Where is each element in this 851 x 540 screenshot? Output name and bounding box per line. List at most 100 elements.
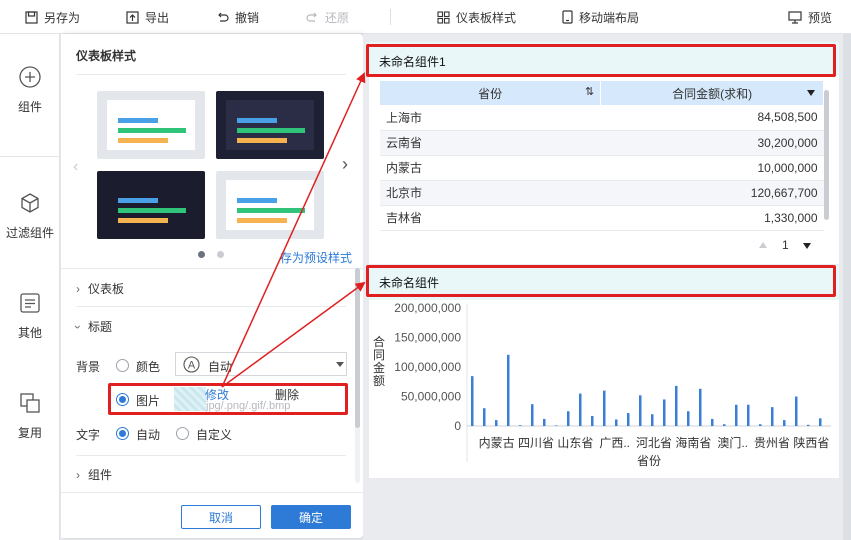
y-tick-label: 150,000,000 (394, 331, 461, 345)
dashboard-style-button[interactable]: 仪表板样式 (437, 0, 516, 34)
chart-bar (807, 424, 810, 426)
section-title-label: 标题 (88, 320, 113, 334)
sidebar-label-component: 组件 (17, 100, 42, 114)
table-scrollbar[interactable] (824, 90, 829, 220)
grid-icon (437, 10, 450, 24)
background-color-label: 颜色 (136, 360, 161, 374)
sidebar-item-component[interactable]: 组件 (0, 66, 60, 115)
text-auto-radio[interactable] (116, 427, 129, 440)
panel-scrollbar-thumb[interactable] (355, 268, 360, 428)
top-toolbar: 另存为 导出 撤销 还原 仪表板样式 移动端布局 预览 (0, 0, 851, 34)
redo-icon (306, 12, 317, 22)
preview-button[interactable]: 预览 (788, 0, 832, 34)
dropdown-arrow-icon[interactable] (807, 90, 815, 96)
widget2-title: 未命名组件 (379, 276, 440, 290)
sidebar-item-reuse[interactable]: 复用 (0, 392, 60, 441)
sidebar-label-filter-component: 过滤组件 (5, 226, 54, 240)
widget1-title: 未命名组件1 (379, 55, 446, 69)
redo-button[interactable]: 还原 (306, 0, 349, 34)
chevron-down-icon: › (71, 325, 85, 329)
x-tick-label: 陕西省 (793, 435, 829, 450)
chart-widget[interactable]: 未命名组件 200,000,000 150,000,000 100,000,000 5… (369, 266, 839, 478)
style-thumbnail-gray[interactable] (216, 171, 324, 239)
section-dashboard[interactable]: › 仪表板 (76, 280, 124, 297)
table-row[interactable]: 吉林省 1,330,000 (380, 205, 824, 231)
table-cell: 吉林省 (380, 205, 601, 231)
chart-bar (747, 404, 750, 426)
confirm-button[interactable]: 确定 (271, 505, 351, 529)
save-as-button[interactable]: 另存为 (25, 0, 80, 34)
section-title[interactable]: › 标题 (71, 318, 113, 335)
cancel-button[interactable]: 取消 (181, 505, 261, 529)
background-image-radio[interactable] (116, 393, 129, 406)
y-axis-title-char: 额 (373, 374, 385, 388)
style-thumbnail-dark[interactable] (97, 171, 205, 239)
table-cell: 84,508,500 (600, 105, 824, 131)
panel-divider (76, 306, 346, 307)
table-row[interactable]: 上海市 84,508,500 (380, 105, 824, 131)
table-cell: 30,200,000 (600, 130, 824, 156)
x-axis-title: 省份 (637, 454, 661, 468)
background-label: 背景 (76, 360, 101, 374)
save-preset-link[interactable]: 存为预设样式 (280, 249, 352, 266)
column-header-province[interactable]: 省份 ⇅ (380, 81, 602, 105)
panel-divider (61, 268, 363, 269)
chart-bar (735, 404, 738, 426)
background-color-radio[interactable] (116, 359, 129, 372)
data-table: 省份 ⇅ 合同金额(求和) 上海市 84,508,500 云南省 30,200,00… (380, 81, 824, 231)
chart-bar (627, 413, 630, 426)
text-custom-radio[interactable] (176, 427, 189, 440)
chart-bar (699, 388, 702, 426)
undo-icon (218, 12, 229, 22)
sort-icon[interactable]: ⇅ (585, 85, 594, 98)
y-tick-label: 200,000,000 (394, 302, 461, 315)
carousel-dot-active[interactable] (198, 251, 205, 258)
canvas-scrollbar-track[interactable] (843, 34, 851, 540)
carousel-dot[interactable] (217, 251, 224, 258)
background-color-value: 自动 (208, 360, 233, 374)
chart-bar (519, 425, 522, 426)
page-next-icon[interactable] (803, 243, 811, 249)
carousel-next-icon[interactable]: › (342, 154, 348, 175)
style-thumbnail-dark-bordered[interactable] (216, 91, 324, 159)
table-cell: 云南省 (380, 130, 601, 156)
chart-bar (567, 411, 570, 426)
carousel-prev-icon[interactable]: ‹ (73, 158, 78, 176)
section-component[interactable]: › 组件 (76, 466, 112, 483)
table-row[interactable]: 云南省 30,200,000 (380, 130, 824, 156)
x-tick-label: 贵州省 (754, 436, 790, 450)
section-component-label: 组件 (88, 468, 113, 482)
chart-bar (663, 399, 666, 426)
chart-bar (723, 424, 726, 426)
y-tick-label: 50,000,000 (401, 390, 461, 404)
panel-divider (76, 455, 346, 456)
table-row[interactable]: 北京市 120,667,700 (380, 180, 824, 206)
mobile-layout-button[interactable]: 移动端布局 (562, 0, 639, 34)
monitor-icon (788, 10, 802, 24)
column-header-amount[interactable]: 合同金额(求和) (600, 81, 824, 105)
chevron-right-icon: › (76, 468, 80, 482)
style-thumbnail-light[interactable] (97, 91, 205, 159)
dashboard-style-panel: 仪表板样式 ‹ › 存为预设样式 › 仪表板 › 标题 背景 颜色 A 自动 图… (61, 34, 363, 538)
table-row[interactable]: 内蒙古 10,000,000 (380, 155, 824, 181)
sidebar-divider (0, 156, 60, 157)
table-widget[interactable]: 未命名组件1 省份 ⇅ 合同金额(求和) 上海市 84,508,500 云南省 … (369, 42, 839, 264)
chevron-right-icon: › (76, 282, 80, 296)
x-tick-label: 河北省 (636, 436, 672, 450)
text-box-icon (20, 293, 40, 313)
page-prev-icon[interactable] (759, 242, 767, 248)
export-label: 导出 (145, 10, 170, 25)
x-tick-label: 澳门.. (717, 435, 748, 450)
table-cell: 120,667,700 (600, 180, 824, 206)
sidebar-item-other[interactable]: 其他 (0, 292, 60, 341)
y-axis-title-char: 同 (373, 348, 385, 362)
background-color-select[interactable]: A 自动 (175, 352, 347, 376)
export-button[interactable]: 导出 (126, 0, 169, 34)
y-axis-title-char: 合 (373, 334, 385, 349)
plus-circle-icon (19, 66, 41, 88)
chart-bar (543, 418, 546, 426)
table-cell: 10,000,000 (600, 155, 824, 181)
undo-button[interactable]: 撤销 (216, 0, 259, 34)
sidebar-item-filter-component[interactable]: 过滤组件 (0, 192, 60, 241)
chart-bar (555, 425, 558, 426)
